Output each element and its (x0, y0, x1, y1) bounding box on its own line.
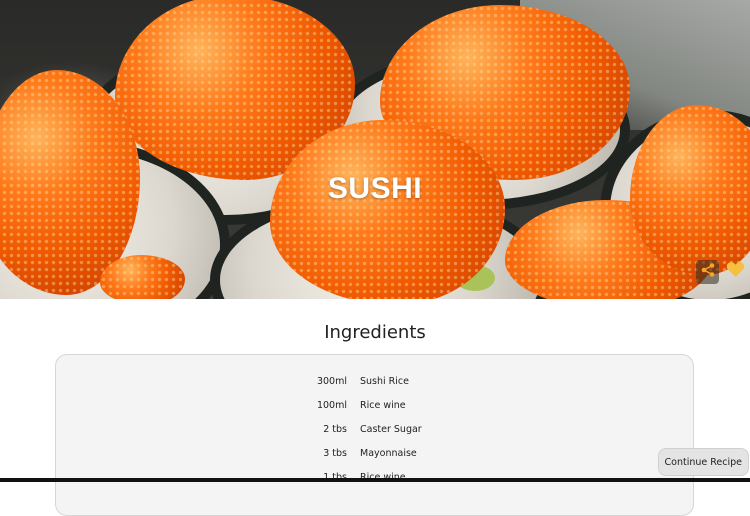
ingredient-quantity: 2 tbs (323, 423, 347, 435)
continue-recipe-button[interactable]: Continue Recipe (657, 448, 749, 476)
ingredient-row: 1 tbs Rice wine (56, 465, 693, 489)
ingredients-card: 300ml Sushi Rice 100ml Rice wine 2 tbs C… (55, 354, 694, 516)
ingredients-heading: Ingredients (324, 322, 426, 343)
heart-icon (726, 261, 745, 283)
ingredient-name: Rice wine (360, 399, 406, 411)
ingredients-list: 300ml Sushi Rice 100ml Rice wine 2 tbs C… (56, 369, 693, 489)
ingredient-name: Sushi Rice (360, 375, 409, 387)
roe-topping (270, 120, 505, 299)
roe-topping (100, 255, 185, 299)
ingredient-row: 2 tbs Caster Sugar (56, 417, 693, 441)
ingredient-row: 100ml Rice wine (56, 393, 693, 417)
ingredient-quantity: 100ml (316, 399, 347, 411)
ingredient-name: Caster Sugar (360, 423, 422, 435)
favorite-button[interactable] (724, 260, 747, 284)
bottom-bar (0, 478, 750, 482)
hero-image: SUSHI (0, 0, 750, 299)
ingredient-row: 300ml Sushi Rice (56, 369, 693, 393)
ingredient-row: 3 tbs Mayonnaise (56, 441, 693, 465)
ingredient-quantity: 300ml (316, 375, 347, 387)
share-button[interactable] (696, 260, 719, 284)
ingredient-quantity: 3 tbs (323, 447, 347, 459)
recipe-title: SUSHI (327, 172, 423, 205)
share-icon (700, 262, 716, 283)
ingredient-name: Mayonnaise (360, 447, 417, 459)
